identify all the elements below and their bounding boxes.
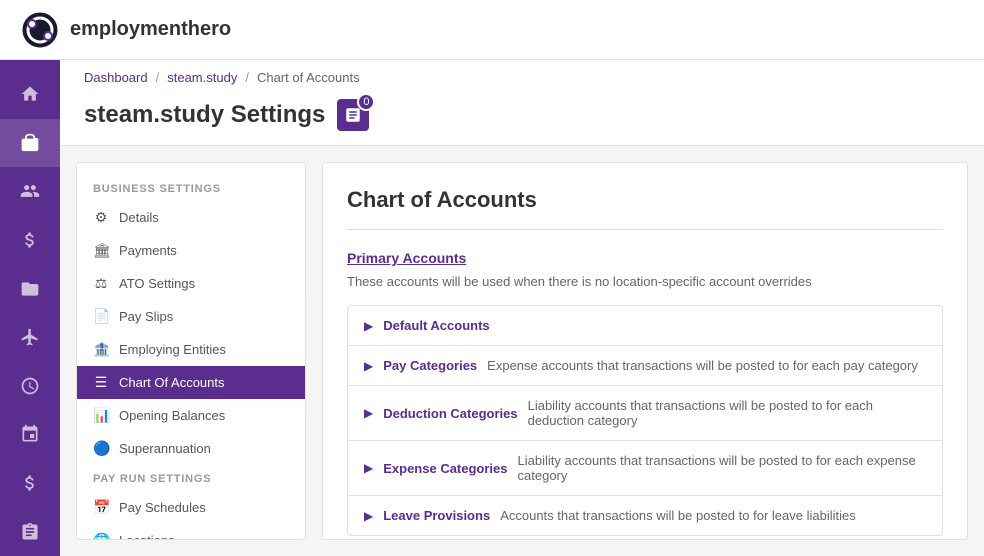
payrun-section-title: PAY RUN SETTINGS bbox=[77, 465, 305, 491]
menu-label-payments: Payments bbox=[119, 243, 177, 258]
sidebar-icon-folder[interactable] bbox=[0, 264, 60, 313]
menu-label-super: Superannuation bbox=[119, 441, 211, 456]
super-icon: 🔵 bbox=[93, 440, 109, 457]
menu-item-employing-entities[interactable]: 🏦 Employing Entities bbox=[77, 333, 305, 366]
main-content: Chart of Accounts Primary Accounts These… bbox=[322, 162, 968, 540]
logo-area: employmenthero bbox=[20, 10, 231, 50]
sidebar-icon-briefcase[interactable] bbox=[0, 119, 60, 168]
breadcrumb-sep-2: / bbox=[245, 70, 249, 85]
menu-item-opening-balances[interactable]: 📊 Opening Balances bbox=[77, 399, 305, 432]
accordion-deduction-categories[interactable]: ▶ Deduction Categories Liability account… bbox=[348, 386, 942, 441]
content-title: Chart of Accounts bbox=[347, 187, 943, 230]
content-area: Dashboard / steam.study / Chart of Accou… bbox=[60, 60, 984, 556]
breadcrumb-sep-1: / bbox=[156, 70, 160, 85]
menu-item-superannuation[interactable]: 🔵 Superannuation bbox=[77, 432, 305, 465]
accordion-arrow-2: ▶ bbox=[364, 406, 373, 420]
menu-item-payments[interactable]: 🏛 Payments bbox=[77, 234, 305, 267]
logo-icon bbox=[20, 10, 60, 50]
menu-item-chart-of-accounts[interactable]: ☰ Chart Of Accounts bbox=[77, 366, 305, 399]
sidebar-icon-dollar[interactable] bbox=[0, 216, 60, 265]
opening-balances-icon: 📊 bbox=[93, 407, 109, 424]
settings-layout: BUSINESS SETTINGS ⚙ Details 🏛 Payments ⚖… bbox=[60, 146, 984, 556]
menu-item-pay-slips[interactable]: 📄 Pay Slips bbox=[77, 300, 305, 333]
payments-icon: 🏛 bbox=[93, 242, 109, 259]
app-name: employmenthero bbox=[70, 18, 231, 41]
sidebar-icon-plane[interactable] bbox=[0, 313, 60, 362]
details-icon: ⚙ bbox=[93, 209, 109, 226]
menu-item-locations[interactable]: 🌐 Locations bbox=[77, 524, 305, 540]
breadcrumb-study[interactable]: steam.study bbox=[167, 70, 237, 85]
breadcrumb-dashboard[interactable]: Dashboard bbox=[84, 70, 148, 85]
employing-icon: 🏦 bbox=[93, 341, 109, 358]
accordion-desc-4: Accounts that transactions will be poste… bbox=[500, 508, 856, 523]
accordion-arrow-0: ▶ bbox=[364, 319, 373, 333]
page-header: Dashboard / steam.study / Chart of Accou… bbox=[60, 60, 984, 146]
menu-label-locations: Locations bbox=[119, 533, 175, 540]
sidebar-icon-coin[interactable] bbox=[0, 459, 60, 508]
accordion-leave-provisions[interactable]: ▶ Leave Provisions Accounts that transac… bbox=[348, 496, 942, 535]
locations-icon: 🌐 bbox=[93, 532, 109, 540]
notification-badge[interactable]: 0 bbox=[337, 99, 369, 131]
notification-count: 0 bbox=[357, 93, 375, 111]
accordion-pay-categories[interactable]: ▶ Pay Categories Expense accounts that t… bbox=[348, 346, 942, 386]
icon-sidebar bbox=[0, 60, 60, 556]
primary-accounts-link[interactable]: Primary Accounts bbox=[347, 250, 466, 266]
accordion-default-accounts[interactable]: ▶ Default Accounts bbox=[348, 306, 942, 346]
accordion-title-3: Expense Categories bbox=[383, 461, 507, 476]
accordion-arrow-1: ▶ bbox=[364, 359, 373, 373]
accordion-arrow-3: ▶ bbox=[364, 461, 373, 475]
accordion-desc-3: Liability accounts that transactions wil… bbox=[518, 453, 926, 483]
menu-item-details[interactable]: ⚙ Details bbox=[77, 201, 305, 234]
menu-label-details: Details bbox=[119, 210, 159, 225]
ato-icon: ⚖ bbox=[93, 275, 109, 292]
chart-accounts-icon: ☰ bbox=[93, 374, 109, 391]
accordion-desc-1: Expense accounts that transactions will … bbox=[487, 358, 918, 373]
accordion-container: ▶ Default Accounts ▶ Pay Categories Expe… bbox=[347, 305, 943, 536]
sidebar-icon-users[interactable] bbox=[0, 167, 60, 216]
accordion-title-1: Pay Categories bbox=[383, 358, 477, 373]
breadcrumb-current: Chart of Accounts bbox=[257, 70, 360, 85]
menu-label-chart-accounts: Chart Of Accounts bbox=[119, 375, 225, 390]
accordion-desc-2: Liability accounts that transactions wil… bbox=[528, 398, 926, 428]
menu-label-payslips: Pay Slips bbox=[119, 309, 173, 324]
main-layout: Dashboard / steam.study / Chart of Accou… bbox=[0, 60, 984, 556]
menu-item-pay-schedules[interactable]: 📅 Pay Schedules bbox=[77, 491, 305, 524]
sidebar-icon-clipboard[interactable] bbox=[0, 507, 60, 556]
sidebar-icon-calendar[interactable] bbox=[0, 410, 60, 459]
settings-sidebar: BUSINESS SETTINGS ⚙ Details 🏛 Payments ⚖… bbox=[76, 162, 306, 540]
page-title-row: steam.study Settings 0 bbox=[84, 91, 960, 145]
primary-accounts-desc: These accounts will be used when there i… bbox=[347, 274, 943, 289]
menu-label-opening-balances: Opening Balances bbox=[119, 408, 225, 423]
menu-label-ato: ATO Settings bbox=[119, 276, 195, 291]
sidebar-icon-clock[interactable] bbox=[0, 362, 60, 411]
accordion-expense-categories[interactable]: ▶ Expense Categories Liability accounts … bbox=[348, 441, 942, 496]
accordion-arrow-4: ▶ bbox=[364, 509, 373, 523]
menu-label-pay-schedules: Pay Schedules bbox=[119, 500, 206, 515]
payslips-icon: 📄 bbox=[93, 308, 109, 325]
pay-schedules-icon: 📅 bbox=[93, 499, 109, 516]
business-section-title: BUSINESS SETTINGS bbox=[77, 175, 305, 201]
accordion-title-2: Deduction Categories bbox=[383, 406, 517, 421]
menu-item-ato-settings[interactable]: ⚖ ATO Settings bbox=[77, 267, 305, 300]
top-navbar: employmenthero bbox=[0, 0, 984, 60]
breadcrumb: Dashboard / steam.study / Chart of Accou… bbox=[84, 60, 960, 91]
accordion-title-0: Default Accounts bbox=[383, 318, 489, 333]
menu-label-employing: Employing Entities bbox=[119, 342, 226, 357]
accordion-title-4: Leave Provisions bbox=[383, 508, 490, 523]
page-title: steam.study Settings bbox=[84, 101, 325, 129]
sidebar-icon-home[interactable] bbox=[0, 70, 60, 119]
